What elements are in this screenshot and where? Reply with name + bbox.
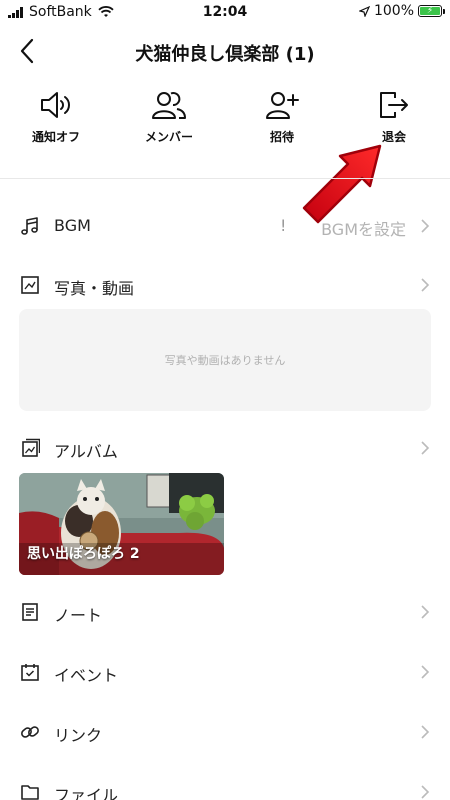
bgm-row[interactable]: BGM ! BGMを設定 xyxy=(0,204,450,248)
music-note-icon xyxy=(21,217,38,235)
chevron-right-icon xyxy=(421,785,430,799)
note-label: ノート xyxy=(54,606,103,625)
notification-off-button[interactable]: 通知オフ xyxy=(6,88,106,158)
note-icon xyxy=(22,603,38,621)
chevron-right-icon xyxy=(421,219,430,233)
link-row[interactable]: リンク xyxy=(0,710,450,754)
chevron-right-icon xyxy=(421,441,430,455)
album-caption: 思い出ぽろぽろ 2 xyxy=(27,543,140,563)
leave-icon xyxy=(380,92,408,118)
album-icon xyxy=(22,438,40,457)
members-icon xyxy=(152,92,186,119)
page-title: 犬猫仲良し倶楽部 (1) xyxy=(135,44,315,65)
chevron-right-icon xyxy=(421,605,430,619)
photos-empty-state: 写真や動画はありません xyxy=(19,309,431,411)
photos-videos-row[interactable]: 写真・動画 xyxy=(0,263,450,307)
section-divider xyxy=(0,178,450,179)
event-row[interactable]: イベント xyxy=(0,650,450,694)
link-label: リンク xyxy=(54,726,103,745)
album-row[interactable]: アルバム xyxy=(0,426,450,470)
members-button[interactable]: メンバー xyxy=(119,88,219,158)
folder-icon xyxy=(21,785,39,800)
calendar-check-icon xyxy=(21,664,39,681)
album-title: 思い出ぽろぽろ xyxy=(27,546,125,562)
speaker-icon xyxy=(41,92,70,118)
status-bar: SoftBank 12:04 100% ⚡ xyxy=(0,0,450,26)
link-icon xyxy=(21,726,39,738)
battery-icon: ⚡ xyxy=(418,5,445,17)
bgm-label: BGM xyxy=(54,216,91,235)
photos-videos-label: 写真・動画 xyxy=(54,279,135,298)
members-label: メンバー xyxy=(144,130,193,144)
header: 犬猫仲良し倶楽部 (1) xyxy=(0,26,450,76)
location-arrow-icon xyxy=(358,5,370,17)
bgm-warning-mark: ! xyxy=(280,216,287,235)
file-row[interactable]: ファイル xyxy=(0,770,450,800)
album-label: アルバム xyxy=(54,442,118,461)
invite-icon xyxy=(266,92,299,119)
chevron-right-icon xyxy=(421,725,430,739)
battery-percent: 100% xyxy=(373,3,414,19)
chevron-right-icon xyxy=(421,278,430,292)
photo-icon xyxy=(21,276,39,294)
chevron-right-icon xyxy=(421,665,430,679)
event-label: イベント xyxy=(54,666,119,685)
status-right: 100% ⚡ xyxy=(358,3,445,19)
album-thumbnail[interactable]: 思い出ぽろぽろ 2 xyxy=(19,473,224,575)
note-row[interactable]: ノート xyxy=(0,590,450,634)
album-photo-count: 2 xyxy=(129,546,140,562)
back-chevron-icon[interactable] xyxy=(14,34,44,68)
file-label: ファイル xyxy=(54,786,119,800)
notification-off-label: 通知オフ xyxy=(31,130,80,144)
bgm-value: BGMを設定 xyxy=(321,220,406,239)
